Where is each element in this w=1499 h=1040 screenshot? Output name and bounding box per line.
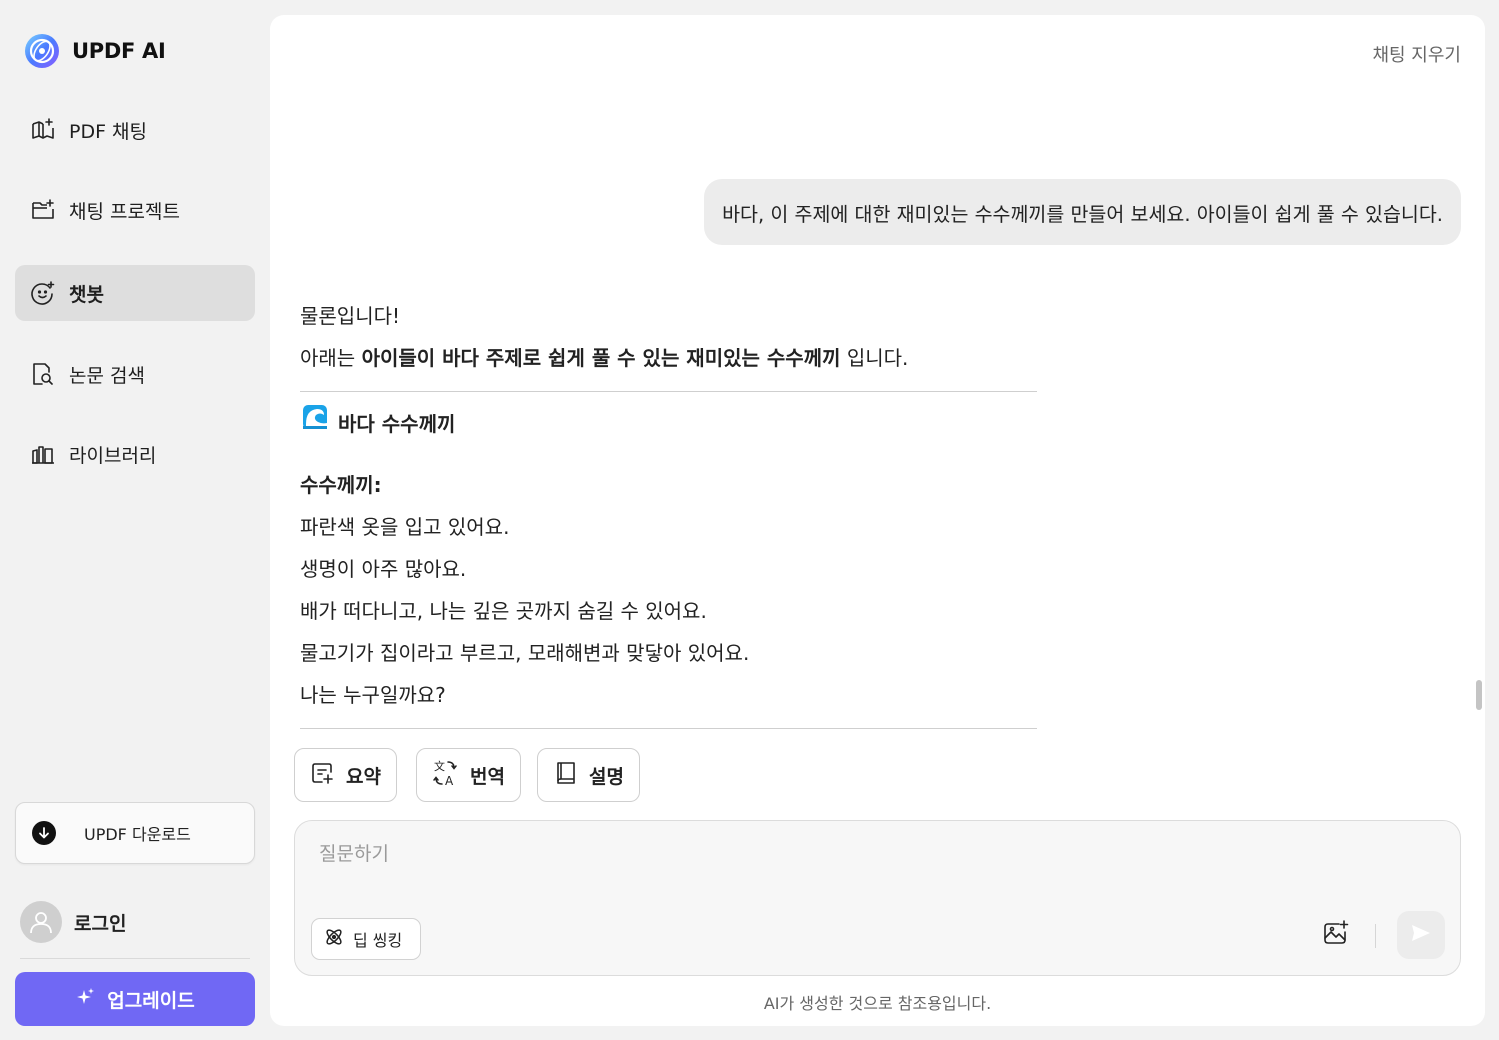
composer: 딥 씽킹 [294,820,1461,976]
question-input[interactable] [319,843,1219,865]
deep-think-button[interactable]: 딥 씽킹 [311,918,421,960]
download-icon [32,821,56,845]
login-button[interactable]: 로그인 [20,900,126,944]
summarize-icon [310,760,336,790]
brand[interactable]: UPDF AI [24,33,166,69]
intro-prefix: 아래는 [300,346,362,370]
library-icon [30,441,56,467]
sidebar: UPDF AI PDF 채팅 채팅 프로젝트 챗봇 논문 검색 라이브러리 UP… [0,0,270,1040]
brand-name: UPDF AI [72,39,166,63]
image-upload-button[interactable] [1320,919,1352,951]
translate-label: 번역 [470,765,505,788]
upgrade-label: 업그레이드 [107,989,195,1012]
summarize-label: 요약 [346,765,381,788]
explain-button[interactable]: 설명 [537,748,640,802]
assistant-message: 물론입니다! 아래는 아이들이 바다 주제로 쉽게 풀 수 있는 재미있는 수수… [300,295,1037,729]
explain-book-icon [553,760,579,790]
sidebar-item-library[interactable]: 라이브러리 [15,426,255,482]
riddle-line: 생명이 아주 많아요. [300,557,467,581]
wave-emoji-icon [300,402,330,446]
composer-divider [1375,924,1376,948]
svg-text:A: A [445,774,454,787]
riddle-line: 물고기가 집이라고 부르고, 모래해변과 맞닿아 있어요. [300,641,750,665]
answer-greeting: 물론입니다! [300,304,401,328]
divider [300,728,1037,729]
summarize-button[interactable]: 요약 [294,748,397,802]
riddle-line: 배가 떠다니고, 나는 깊은 곳까지 숨길 수 있어요. [300,599,707,623]
sidebar-item-label: 논문 검색 [69,364,145,387]
download-button[interactable]: UPDF 다운로드 [15,802,255,864]
sidebar-item-label: 라이브러리 [69,444,157,467]
svg-text:文: 文 [434,759,445,773]
updf-ai-logo-icon [24,33,60,69]
divider [300,391,1037,392]
folder-sparkle-icon [30,197,56,223]
document-search-icon [30,361,56,387]
sidebar-item-label: PDF 채팅 [69,120,148,143]
image-sparkle-icon [1322,919,1350,951]
send-button[interactable] [1397,911,1445,959]
avatar [20,901,62,943]
scrollbar[interactable] [1476,680,1482,710]
section-title-text: 바다 수수께끼 [338,412,456,436]
book-sparkle-icon [30,117,56,143]
translate-button[interactable]: 文 A 번역 [416,748,521,802]
intro-suffix: 입니다. [840,346,909,370]
disclaimer: AI가 생성한 것으로 참조용입니다. [763,994,992,1013]
section-title: 바다 수수께끼 [300,405,1037,442]
sidebar-item-chat-project[interactable]: 채팅 프로젝트 [15,182,255,238]
clear-chat-button[interactable]: 채팅 지우기 [1372,41,1461,67]
download-label: UPDF 다운로드 [84,825,191,844]
login-label: 로그인 [74,912,127,935]
riddle-line: 나는 누구일까요? [300,683,446,707]
deep-think-label: 딥 씽킹 [353,931,403,950]
sidebar-item-pdf-chat[interactable]: PDF 채팅 [15,102,255,158]
user-message: 바다, 이 주제에 대한 재미있는 수수께끼를 만들어 보세요. 아이들이 쉽게… [704,179,1461,245]
send-icon [1410,922,1432,948]
riddle-line: 파란색 옷을 입고 있어요. [300,515,510,539]
sidebar-item-label: 챗봇 [69,283,104,306]
atom-icon [323,926,345,952]
intro-bold: 아이들이 바다 주제로 쉽게 풀 수 있는 재미있는 수수께끼 [361,346,841,370]
chat-panel: 채팅 지우기 바다, 이 주제에 대한 재미있는 수수께끼를 만들어 보세요. … [270,15,1485,1026]
sidebar-divider [20,958,250,959]
sidebar-item-label: 채팅 프로젝트 [69,200,180,223]
sparkle-icon [75,987,95,1011]
sidebar-item-chatbot[interactable]: 챗봇 [15,265,255,321]
translate-icon: 文 A [432,759,460,791]
answer-intro: 아래는 아이들이 바다 주제로 쉽게 풀 수 있는 재미있는 수수께끼 입니다. [300,337,1037,379]
chatbot-face-icon [30,280,56,306]
riddle-label: 수수께끼: [300,473,382,497]
explain-label: 설명 [589,765,624,788]
sidebar-item-paper-search[interactable]: 논문 검색 [15,346,255,402]
upgrade-button[interactable]: 업그레이드 [15,972,255,1026]
